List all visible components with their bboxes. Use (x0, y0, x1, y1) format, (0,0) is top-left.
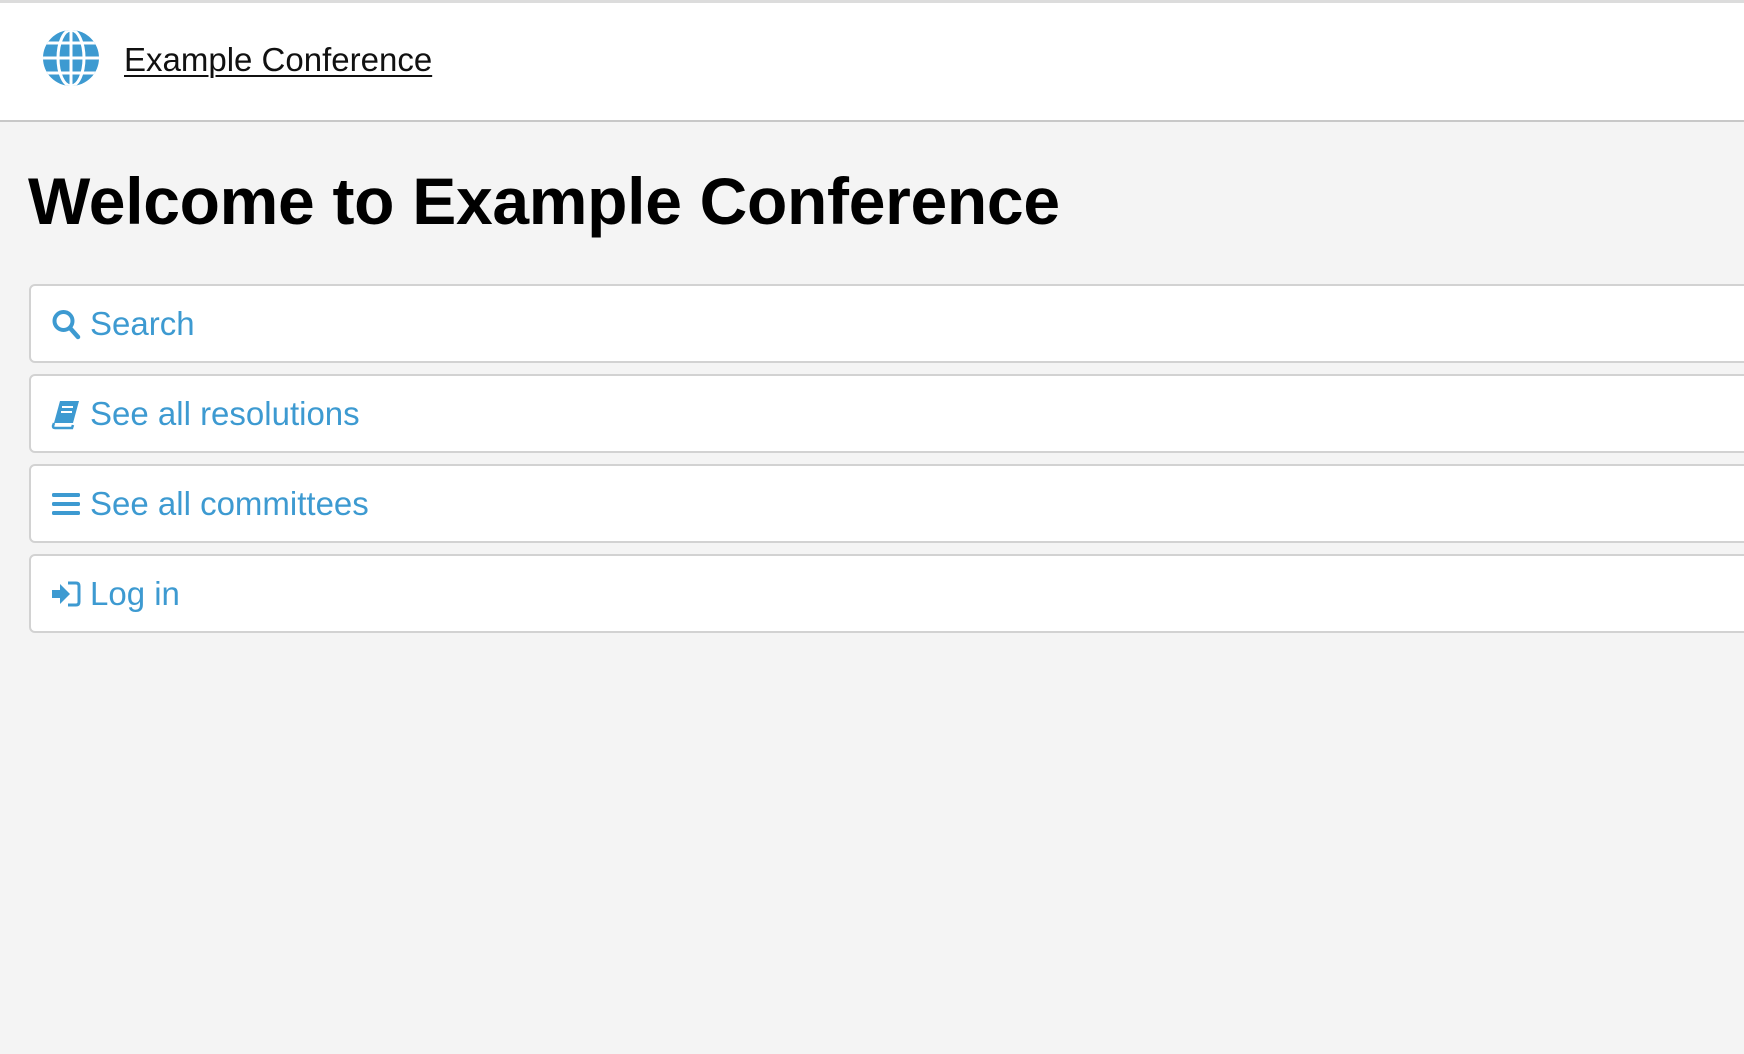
site-title-link[interactable]: Example Conference (124, 43, 432, 76)
list-icon (51, 488, 81, 520)
log-in-link[interactable]: Log in (29, 554, 1744, 633)
site-header: Example Conference (0, 3, 1744, 122)
page-title: Welcome to Example Conference (28, 164, 1060, 238)
search-link[interactable]: Search (29, 284, 1744, 363)
globe-icon[interactable] (41, 28, 101, 88)
book-icon (51, 398, 81, 430)
search-label: Search (90, 305, 195, 342)
committees-link[interactable]: See all committees (29, 464, 1744, 543)
sign-in-icon (51, 578, 81, 610)
committees-label: See all committees (90, 485, 369, 522)
resolutions-label: See all resolutions (90, 395, 360, 432)
resolutions-link[interactable]: See all resolutions (29, 374, 1744, 453)
search-icon (51, 308, 81, 340)
log-in-label: Log in (90, 575, 180, 612)
main-nav-list: Search See all resolutions See all commi… (29, 284, 1744, 644)
